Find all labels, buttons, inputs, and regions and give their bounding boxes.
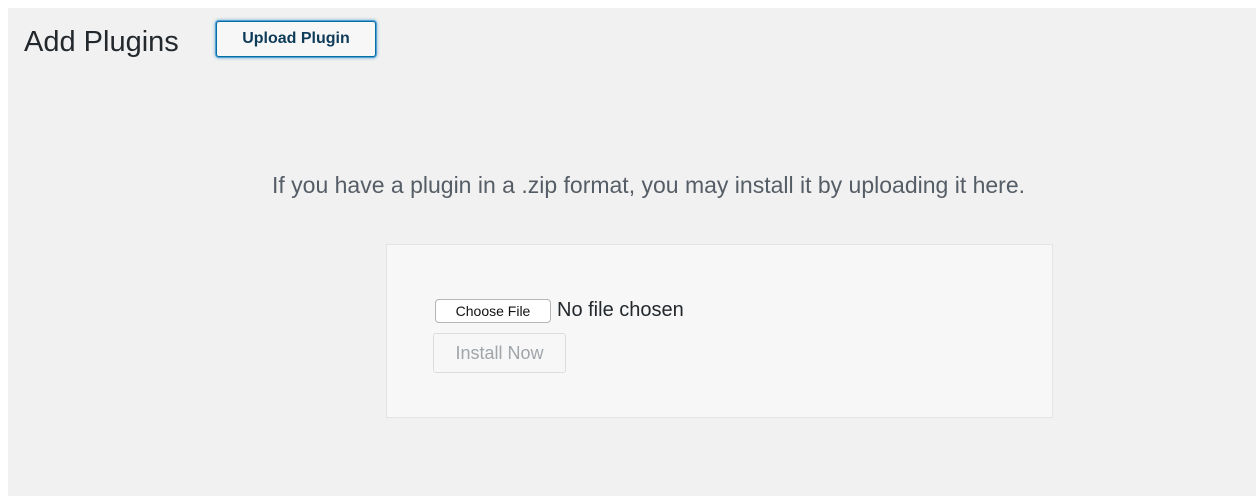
upload-plugin-button[interactable]: Upload Plugin	[216, 21, 376, 57]
content-area: Add Plugins Upload Plugin If you have a …	[8, 8, 1256, 496]
page-title: Add Plugins	[24, 26, 179, 58]
file-status: No file chosen	[557, 299, 684, 321]
upload-form-panel: Choose File No file chosen Install Now	[386, 244, 1053, 418]
install-now-button: Install Now	[433, 333, 566, 373]
choose-file-button[interactable]: Choose File	[435, 299, 551, 323]
upload-instructions: If you have a plugin in a .zip format, y…	[272, 172, 1026, 198]
